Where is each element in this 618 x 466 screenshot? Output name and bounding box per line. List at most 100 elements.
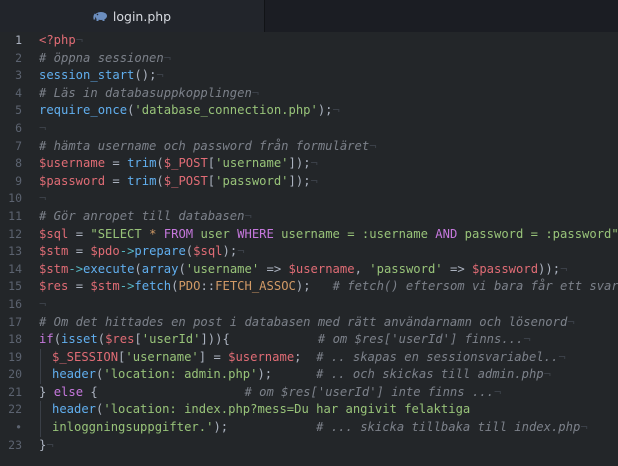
code-token: "SELECT bbox=[90, 226, 150, 241]
code-token: ; bbox=[294, 349, 317, 364]
line-number: 4 bbox=[15, 85, 22, 100]
code-token: -> bbox=[119, 244, 135, 259]
line-number: 14 bbox=[8, 261, 22, 276]
tab-login-php[interactable]: login.php bbox=[0, 0, 265, 32]
code-token: ¬ bbox=[244, 208, 252, 223]
code-token: 'username' bbox=[185, 261, 260, 276]
code-token: ( bbox=[178, 261, 186, 276]
code-area[interactable]: <?php¬ # öppna sessionen¬ session_start();… bbox=[39, 32, 618, 466]
code-line: # Läs in databasuppkopplingen¬ bbox=[39, 85, 618, 103]
code-line: $stm->execute(array('username' => $usern… bbox=[39, 261, 618, 279]
code-token: trim bbox=[127, 156, 157, 171]
code-line: if(isset($res['userId'])){ # om $res['us… bbox=[39, 331, 618, 349]
code-token: $password bbox=[472, 261, 539, 276]
line-number: 16 bbox=[8, 296, 22, 311]
code-token: # om $res['userId'] finns... bbox=[317, 332, 524, 347]
line-number: 20 bbox=[8, 367, 22, 382]
code-token: 'location: admin.php' bbox=[103, 367, 258, 382]
code-token: ¬ bbox=[580, 420, 588, 435]
code-token: # .. och skickas till admin.php bbox=[316, 367, 544, 382]
code-token: ); bbox=[213, 420, 317, 435]
code-line: # hämta username och password från formu… bbox=[39, 138, 618, 156]
code-token: -> bbox=[119, 279, 135, 294]
code-line: ¬ bbox=[39, 296, 618, 314]
code-token: ¬ bbox=[369, 138, 377, 153]
code-token: fetch bbox=[134, 279, 172, 294]
code-token: ( bbox=[134, 261, 142, 276]
code-line: # Om det hittades en post i databasen me… bbox=[39, 314, 618, 332]
code-token: ( bbox=[97, 332, 106, 347]
code-token: ] = bbox=[198, 349, 229, 364]
code-token: } bbox=[39, 384, 54, 399]
code-token: ¬ bbox=[39, 296, 47, 311]
code-token: 'database_connection.php' bbox=[134, 103, 318, 118]
line-number: 13 bbox=[8, 244, 22, 259]
code-token: $stm bbox=[39, 244, 69, 259]
code-token: (); bbox=[134, 68, 157, 83]
code-token: ¬ bbox=[156, 68, 164, 83]
code-token: ¬ bbox=[39, 120, 47, 135]
code-token: inloggningsuppgifter.' bbox=[52, 420, 214, 435]
code-token: $username bbox=[228, 349, 295, 364]
code-token: $_POST bbox=[163, 156, 208, 171]
code-line: session_start();¬ bbox=[39, 67, 618, 85]
php-elephant-icon bbox=[93, 11, 108, 22]
line-number: 9 bbox=[15, 173, 22, 188]
code-token: # fetch() eftersom vi bara får ett svar bbox=[332, 279, 618, 294]
code-token: $stm bbox=[39, 261, 69, 276]
code-token: password = :password" bbox=[457, 226, 618, 241]
code-token: 'password' bbox=[215, 173, 289, 188]
code-token: [ bbox=[134, 332, 142, 347]
code-line: $sql = "SELECT * FROM user WHERE usernam… bbox=[39, 226, 618, 244]
code-token: ¬ bbox=[558, 349, 566, 364]
code-token: ¬ bbox=[46, 437, 54, 452]
code-token: ¬ bbox=[310, 173, 318, 188]
code-token: session_start bbox=[39, 68, 135, 83]
code-token: FETCH_ASSOC bbox=[215, 279, 296, 294]
code-token: $_POST bbox=[163, 173, 208, 188]
code-token: ¬ bbox=[332, 103, 340, 118]
indent-guide bbox=[40, 348, 52, 367]
code-token: $sql bbox=[39, 226, 69, 241]
code-token: 'username' bbox=[125, 349, 199, 364]
line-number: 22 bbox=[8, 402, 22, 417]
code-token: $res bbox=[39, 279, 69, 294]
code-token: $password bbox=[39, 173, 106, 188]
code-token: => bbox=[259, 261, 289, 276]
code-token: ( bbox=[53, 332, 62, 347]
code-token: <?php bbox=[39, 33, 76, 47]
code-line: ¬ bbox=[39, 120, 618, 138]
code-token: PDO bbox=[178, 279, 201, 294]
code-line: header('location: index.php?mess=Du har … bbox=[39, 401, 618, 420]
line-number: 21 bbox=[8, 384, 22, 399]
code-line: $password = trim($_POST['password']);¬ bbox=[39, 173, 618, 191]
code-token: = bbox=[68, 244, 91, 259]
code-line: $username = trim($_POST['username']);¬ bbox=[39, 155, 618, 173]
code-token: execute bbox=[83, 261, 135, 276]
code-token: ); bbox=[257, 367, 317, 382]
code-line: require_once('database_connection.php');… bbox=[39, 102, 618, 120]
code-token: if bbox=[39, 332, 54, 347]
code-token: array bbox=[141, 261, 179, 276]
code-token: ]); bbox=[288, 156, 311, 171]
code-editor[interactable]: 1 2 3 4 5 6 7 8 9 10 11 12 13 14 15 16 17 18 19 20 21 22 • 23 <… bbox=[0, 32, 618, 466]
line-number: 7 bbox=[15, 138, 22, 153]
code-token: ¬ bbox=[567, 314, 575, 329]
line-number: 8 bbox=[15, 156, 22, 171]
code-token: header bbox=[52, 367, 97, 382]
code-token: ¬ bbox=[237, 244, 245, 259]
code-token: ( bbox=[156, 173, 164, 188]
code-token: $username bbox=[39, 156, 106, 171]
code-token: # .. skapas en sessionsvariabel.. bbox=[316, 349, 559, 364]
code-token: = bbox=[105, 173, 128, 188]
indent-guide bbox=[40, 366, 52, 384]
code-line: } else { # om $res['userId'] inte finns … bbox=[39, 384, 618, 402]
code-token: # hämta username och password från formu… bbox=[39, 138, 370, 153]
code-token: ); bbox=[295, 279, 333, 294]
code-token: WHERE bbox=[237, 226, 274, 241]
code-token: = bbox=[68, 226, 91, 241]
code-token: ¬ bbox=[163, 50, 172, 65]
code-token: prepare bbox=[134, 244, 186, 259]
code-token: 'username' bbox=[215, 156, 289, 171]
code-token: ( bbox=[156, 156, 164, 171]
